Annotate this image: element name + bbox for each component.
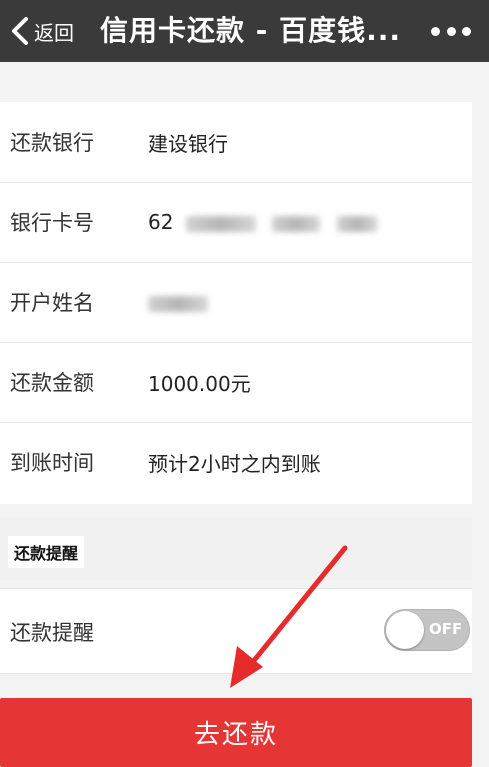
reminder-section-header: 还款提醒: [0, 518, 472, 580]
toggle-state-text: OFF: [429, 620, 463, 638]
holder-name-value: [148, 290, 208, 314]
card-number-prefix: 62: [148, 210, 174, 234]
card-number-label: 银行卡号: [10, 211, 94, 235]
blurred-card-digits: [185, 215, 256, 232]
blurred-holder-name: [148, 295, 208, 312]
go-repay-button[interactable]: 去还款: [0, 698, 472, 767]
top-navigation-bar: 返回 信用卡还款 - 百度钱...: [0, 0, 489, 62]
detail-row-arrival-time: 到账时间 预计2小时之内到账: [0, 422, 472, 502]
chevron-left-icon: [12, 17, 28, 45]
repayment-details-panel: 还款银行 建设银行 银行卡号 62 开户姓名 还款金额 1000.00元 到账时…: [0, 102, 472, 504]
reminder-section-title: 还款提醒: [8, 536, 85, 568]
page-title: 信用卡还款 - 百度钱...: [100, 14, 402, 47]
back-label: 返回: [34, 20, 74, 45]
amount-label: 还款金额: [10, 371, 94, 395]
detail-row-bank: 还款银行 建设银行: [0, 102, 472, 183]
arrival-time-label: 到账时间: [10, 451, 94, 475]
toggle-knob: [386, 611, 424, 649]
card-number-value: 62: [148, 210, 377, 234]
detail-row-card-number: 银行卡号 62: [0, 182, 472, 263]
reminder-toggle[interactable]: OFF: [384, 609, 470, 651]
blurred-card-digits: [272, 215, 321, 232]
detail-row-holder-name: 开户姓名: [0, 262, 472, 343]
blurred-card-digits: [336, 215, 377, 232]
bank-value: 建设银行: [148, 131, 228, 156]
amount-value: 1000.00元: [148, 371, 251, 396]
more-dots-icon[interactable]: [431, 22, 471, 40]
holder-name-label: 开户姓名: [10, 291, 94, 315]
bank-label: 还款银行: [10, 131, 94, 155]
back-button[interactable]: 返回: [0, 0, 86, 62]
reminder-row: 还款提醒 OFF: [0, 588, 472, 674]
detail-row-amount: 还款金额 1000.00元: [0, 342, 472, 423]
reminder-label: 还款提醒: [10, 621, 94, 645]
arrival-time-value: 预计2小时之内到账: [148, 451, 321, 476]
